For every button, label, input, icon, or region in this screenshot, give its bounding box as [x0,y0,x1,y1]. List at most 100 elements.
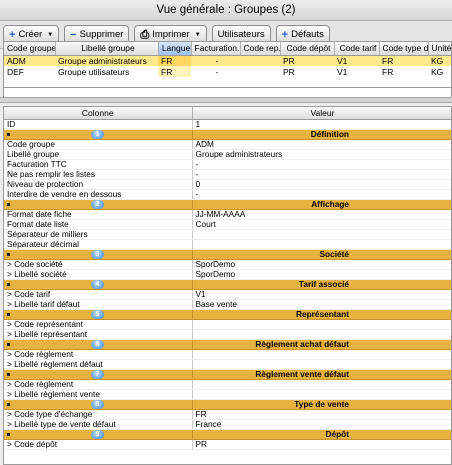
bullet-icon [7,342,10,346]
detail-header-value[interactable]: Valeur [192,107,451,120]
detail-row[interactable]: Niveau de protection 0 [4,179,451,190]
detail-value[interactable]: - [192,189,451,200]
detail-row[interactable]: > Code société SporDemo [4,259,451,270]
detail-row[interactable]: > Code dépôt PR [4,439,451,450]
column-header-sorted[interactable]: Langue [158,42,192,56]
detail-value[interactable]: SporDemo [192,269,451,280]
detail-row[interactable]: > Code règlement [4,379,451,390]
detail-row[interactable]: > Code tarif V1 [4,289,451,300]
cell [240,55,280,66]
table-row-selected[interactable]: ADM Groupe administrateurs FR - PR V1 FR… [4,55,451,66]
detail-row[interactable]: Facturation TTC - [4,159,451,170]
detail-value[interactable]: V1 [192,289,451,300]
detail-row[interactable]: Séparateur de milliers [4,229,451,240]
detail-value[interactable]: ADM [192,139,451,150]
detail-key: Libellé groupe [4,149,193,160]
column-header[interactable]: Facturation... [191,42,241,56]
cell: DEF [7,66,24,77]
detail-row[interactable]: Libellé groupe Groupe administrateurs [4,149,451,160]
detail-row[interactable]: > Libellé tarif défaut Base vente [4,299,451,310]
detail-row[interactable]: > Code type d'échange FR [4,409,451,420]
section-header-row[interactable]: 5 Représentant [4,309,451,320]
minus-icon: − [70,28,77,41]
section-number-badge: 4 [91,279,104,288]
detail-value[interactable]: Court [192,219,451,230]
detail-value[interactable]: SporDemo [192,259,451,270]
detail-value[interactable]: - [192,169,451,180]
section-marker: 8 [4,399,193,410]
detail-value[interactable] [192,349,451,360]
detail-row[interactable]: > Code représentant [4,319,451,330]
section-header-row[interactable]: 9 Dépôt [4,429,451,440]
bullet-icon [7,432,10,436]
detail-row[interactable]: Format date liste Court [4,219,451,230]
detail-value[interactable]: 0 [192,179,451,190]
section-number-badge: 1 [91,129,104,138]
detail-value[interactable] [192,239,451,250]
detail-row[interactable]: > Libellé représentant [4,329,451,340]
detail-value[interactable]: FR [192,409,451,420]
section-header-row[interactable]: 1 Définition [4,129,451,140]
defaults-label: Défauts [291,29,324,40]
section-header-row[interactable]: 6 Règlement achat défaut [4,339,451,350]
section-header-row[interactable]: 3 Société [4,249,451,260]
table-row[interactable]: DEF Groupe utilisateurs FR - PR V1 FR KG [4,66,451,77]
detail-row[interactable]: > Libellé type de vente défaut France [4,419,451,430]
detail-value[interactable]: JJ-MM-AAAA [192,209,451,220]
section-header-row[interactable]: 8 Type de vente [4,399,451,410]
column-header[interactable]: Code dépôt [280,42,335,56]
cell: FR [379,55,428,66]
detail-header-key[interactable]: Colonne [4,107,193,120]
groups-table[interactable]: Code groupe Libellé groupe Langue Factur… [3,41,452,88]
column-header[interactable]: Code rep... [240,42,281,56]
detail-key: > Libellé règlement défaut [4,359,193,370]
detail-value[interactable]: 1 [192,119,451,130]
detail-value[interactable] [192,379,451,390]
detail-table[interactable]: Colonne Valeur ID 1 1 Définition Code groupe… [3,106,452,465]
chevron-down-icon: ▼ [47,31,54,38]
detail-key: > Code tarif [4,289,193,300]
detail-value[interactable] [192,359,451,370]
detail-key: > Libellé société [4,269,193,280]
detail-value[interactable]: France [192,419,451,430]
detail-row[interactable]: Ne pas remplir les listes - [4,169,451,180]
detail-row[interactable]: > Code règlement [4,349,451,360]
column-header[interactable]: Unité [428,42,451,56]
section-marker: 3 [4,249,193,260]
detail-value[interactable] [192,229,451,240]
detail-value[interactable]: Base vente [192,299,451,310]
section-marker: 1 [4,129,193,140]
detail-row[interactable]: Format date fiche JJ-MM-AAAA [4,209,451,220]
detail-value[interactable]: PR [192,439,451,450]
window-title: Vue générale : Groupes (2) [0,0,452,21]
delete-label: Supprimer [79,29,124,40]
detail-value[interactable]: Groupe administrateurs [192,149,451,160]
section-header-row[interactable]: 2 Affichage [4,199,451,210]
detail-value[interactable] [192,389,451,400]
detail-row[interactable]: > Libellé règlement vente [4,389,451,400]
column-header[interactable]: Code type d'... [379,42,429,56]
detail-value[interactable] [192,319,451,330]
section-title: Tarif associé [192,279,451,290]
section-title: Règlement achat défaut [192,339,451,350]
section-title: Représentant [192,309,451,320]
detail-row[interactable]: Code groupe ADM [4,139,451,150]
detail-row[interactable]: > Libellé règlement défaut [4,359,451,370]
detail-row[interactable]: > Libellé société SporDemo [4,269,451,280]
section-title: Affichage [192,199,451,210]
cell [240,66,280,77]
section-header-row[interactable]: 7 Règlement vente défaut [4,369,451,380]
column-header[interactable]: Code tarif [334,42,380,56]
detail-value[interactable] [192,329,451,340]
detail-row[interactable]: ID 1 [4,119,451,130]
splitter[interactable] [0,97,452,103]
detail-row[interactable]: Interdire de vendre en dessous - [4,189,451,200]
column-header[interactable]: Libellé groupe [55,42,159,56]
section-header-row[interactable]: 4 Tarif associé [4,279,451,290]
plus-icon: + [281,28,289,41]
column-header[interactable]: Code groupe [4,42,56,56]
section-number-badge: 2 [91,199,104,208]
section-number-badge: 6 [91,339,104,348]
detail-value[interactable]: - [192,159,451,170]
detail-row[interactable]: Séparateur décimal [4,239,451,250]
